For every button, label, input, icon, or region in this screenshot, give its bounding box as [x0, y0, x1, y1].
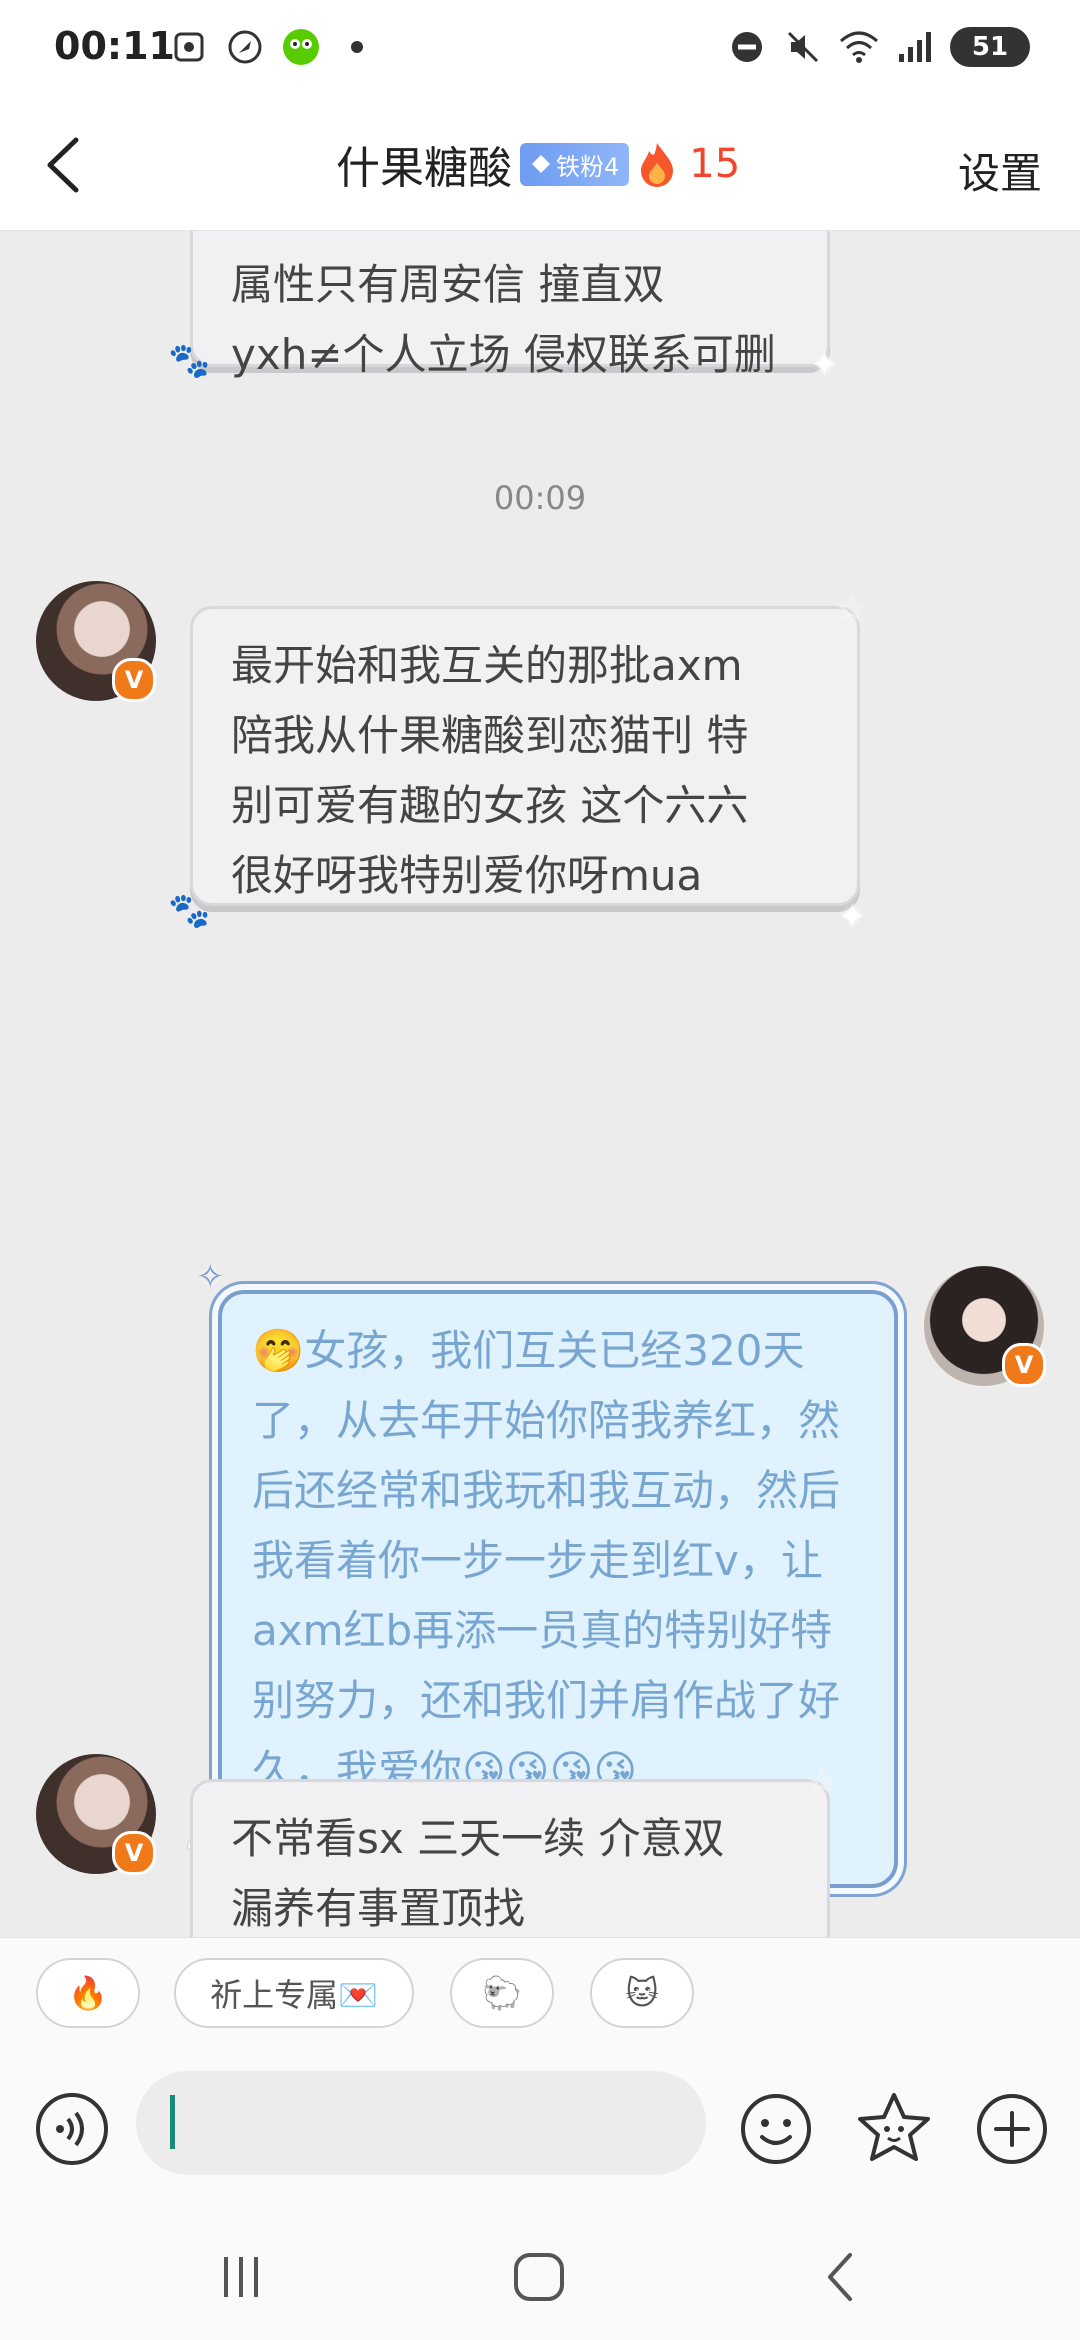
sparkle-decoration-icon: ✦ — [838, 897, 867, 937]
voice-button[interactable] — [32, 2089, 112, 2169]
plus-icon — [977, 2094, 1047, 2164]
status-time: 00:11 — [54, 24, 175, 68]
fire-streak-count: 15 — [689, 141, 741, 187]
quick-reply-chip[interactable]: 🐱 — [590, 1958, 694, 2028]
battery-indicator: 51 — [950, 27, 1030, 67]
quick-reply-chip[interactable]: 🔥 — [36, 1958, 140, 2028]
star-decoration-icon: ☆ — [806, 1761, 837, 1801]
recents-icon — [224, 2257, 258, 2297]
message-bubble[interactable]: 不常看sx 三天一续 介意双 漏养有事置顶找 — [190, 1779, 830, 1937]
voice-icon — [36, 2093, 108, 2165]
sticker-icon — [858, 2093, 930, 2161]
message-text: 属性只有周安信 撞直双 yxh≠个人立场 侵权联系可删 — [231, 260, 776, 379]
status-left-icons — [168, 26, 378, 68]
message-text: 不常看sx 三天一续 介意双 漏养有事置顶找 — [231, 1814, 725, 1933]
message-input[interactable] — [136, 2071, 706, 2175]
text-caret — [170, 2095, 175, 2149]
message-input-bar — [0, 2057, 1080, 2207]
rocket-icon — [224, 26, 266, 68]
wifi-icon — [838, 26, 880, 68]
message-bubble[interactable]: 最开始和我互关的那批axm 陪我从什果糖酸到恋猫刊 特 别可爱有趣的女孩 这个六… — [190, 606, 860, 906]
duolingo-icon — [280, 26, 322, 68]
quick-reply-chip[interactable]: 祈上专属💌 — [174, 1958, 414, 2028]
message-text: 最开始和我互关的那批axm 陪我从什果糖酸到恋猫刊 特 别可爱有趣的女孩 这个六… — [231, 641, 749, 900]
status-bar: 00:11 51 — [0, 0, 1080, 100]
verified-v-badge: V — [1002, 1343, 1046, 1387]
message-text: 🤭女孩，我们互关已经320天了，从去年开始你陪我养红，然后还经常和我玩和我互动，… — [252, 1326, 841, 1795]
status-right-icons: 51 — [726, 26, 1030, 68]
back-button[interactable] — [32, 130, 102, 200]
plus-button[interactable] — [972, 2089, 1052, 2169]
home-button[interactable] — [504, 2247, 574, 2307]
verified-v-badge: V — [112, 658, 156, 702]
recents-button[interactable] — [206, 2247, 276, 2307]
sparkle-decoration-icon: ✦ — [810, 345, 839, 385]
sparkle-decoration-icon: ✧ — [196, 1257, 225, 1297]
dnd-icon — [726, 26, 768, 68]
diamond-icon — [532, 155, 550, 173]
signal-icon — [894, 26, 936, 68]
fan-level-label: 铁粉4 — [556, 152, 620, 181]
fan-level-badge: 铁粉4 — [520, 142, 630, 186]
paw-decoration-icon: 🐾 — [168, 341, 211, 381]
quick-reply-chip[interactable]: 🐑 — [450, 1958, 554, 2028]
star-decoration-icon: ☆ — [836, 589, 867, 629]
screenshot-icon — [168, 26, 210, 68]
quick-reply-bar: 🔥 祈上专属💌 🐑 🐱 — [0, 1937, 1080, 2058]
back-icon — [828, 2253, 852, 2301]
home-icon — [514, 2253, 564, 2301]
chat-title-group[interactable]: 什果糖酸 铁粉4 15 — [336, 132, 740, 196]
paw-decoration-icon: 🐾 — [168, 891, 211, 931]
chat-title: 什果糖酸 — [336, 143, 512, 194]
nav-back-button[interactable] — [808, 2247, 878, 2307]
system-navigation-bar — [0, 2207, 1080, 2340]
mute-icon — [782, 26, 824, 68]
chat-message-list[interactable]: 属性只有周安信 撞直双 yxh≠个人立场 侵权联系可删 🐾 ✦ 00:09 V … — [0, 231, 1080, 1937]
message-timestamp: 00:09 — [493, 479, 587, 517]
fire-icon — [641, 143, 674, 187]
settings-button[interactable]: 设置 — [958, 140, 1042, 201]
dot-icon — [336, 26, 378, 68]
message-bubble[interactable]: 属性只有周安信 撞直双 yxh≠个人立场 侵权联系可删 — [190, 231, 830, 379]
chat-header: 什果糖酸 铁粉4 15 设置 — [0, 100, 1080, 231]
emoji-button[interactable] — [736, 2089, 816, 2169]
verified-v-badge: V — [112, 1831, 156, 1875]
chevron-left-icon — [47, 137, 79, 193]
emoji-icon — [741, 2094, 811, 2164]
sticker-button[interactable] — [854, 2089, 934, 2169]
